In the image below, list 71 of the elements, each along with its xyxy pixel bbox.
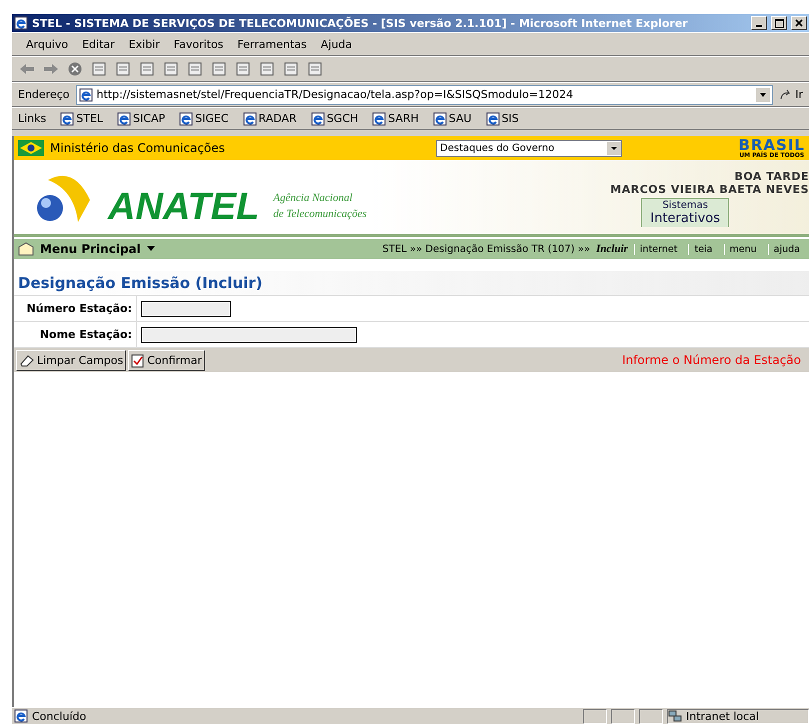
ie-icon — [117, 112, 132, 126]
validation-message: Informe o Número da Estação — [622, 353, 802, 367]
text-field[interactable] — [141, 300, 231, 316]
flag-icon — [18, 140, 44, 156]
link-button[interactable]: SAU — [432, 112, 472, 126]
form-title: Designação Emissão (Incluir) — [14, 271, 809, 296]
status-panel — [583, 708, 607, 724]
nav-link[interactable]: internet — [634, 244, 682, 254]
caret-icon — [146, 246, 155, 252]
address-label: Endereço — [18, 88, 70, 101]
clear-button[interactable]: Limpar Campos — [16, 350, 126, 370]
government-select[interactable]: Destaques do Governo — [436, 140, 622, 156]
menu-item[interactable]: Editar — [82, 38, 115, 50]
brand-logo: BRASIL — [738, 138, 805, 152]
link-button[interactable]: SIS — [486, 112, 519, 126]
close-icon — [795, 19, 803, 27]
ie-icon — [310, 112, 325, 126]
agency-name: Agência Nacional — [273, 191, 354, 206]
status-panel — [639, 708, 663, 724]
field-label: Número Estação: — [14, 296, 137, 321]
ie-icon — [60, 112, 74, 126]
browser-icon — [14, 16, 28, 30]
systems-tab[interactable]: Sistemas Interativos — [641, 198, 729, 227]
eraser-icon — [19, 353, 35, 367]
ministry-title: Ministério das Comunicações — [50, 141, 226, 155]
current-page: Incluir — [596, 243, 628, 255]
folder-icon — [18, 242, 34, 256]
link-button[interactable]: SIGEC — [179, 112, 229, 126]
link-button[interactable]: SARH — [372, 112, 419, 126]
maximize-icon — [774, 18, 784, 28]
menu-item[interactable]: Ajuda — [320, 38, 352, 50]
close-button[interactable] — [791, 16, 807, 30]
ie-icon — [486, 112, 500, 126]
go-button[interactable]: Ir — [779, 88, 803, 101]
links-label: Links — [18, 112, 46, 125]
breadcrumb: STEL »» Designação Emissão TR (107) »» — [382, 244, 590, 254]
status-panel — [611, 708, 635, 724]
greeting: BOA TARDE — [734, 170, 809, 183]
ie-icon — [372, 112, 386, 126]
confirm-button[interactable]: Confirmar — [128, 350, 205, 370]
user-name: MARCOS VIEIRA BAETA NEVES — [610, 183, 809, 196]
text-field[interactable] — [141, 326, 357, 342]
link-button[interactable]: STEL — [60, 112, 104, 126]
agency-name: de Telecomunicações — [273, 206, 367, 222]
zone-label: Intranet local — [686, 710, 759, 722]
address-field[interactable]: http://sistemasnet/stel/FrequenciaTR/Designacao/tela.asp?op=I&SISQSmodulo=12024 — [76, 84, 774, 104]
stop-icon[interactable] — [66, 61, 84, 77]
menu-item[interactable]: Arquivo — [26, 38, 68, 50]
menu-item[interactable]: Ferramentas — [237, 38, 307, 50]
link-button[interactable]: RADAR — [242, 112, 297, 126]
status-text: Concluído — [32, 710, 88, 722]
link-button[interactable]: SGCH — [310, 112, 358, 126]
menu-item[interactable]: Favoritos — [174, 38, 224, 50]
checklist-icon — [131, 352, 146, 368]
network-icon — [668, 710, 682, 722]
menu-item[interactable]: Exibir — [128, 38, 160, 50]
document-icon[interactable] — [306, 61, 324, 77]
nav-link[interactable]: teia — [688, 244, 718, 254]
maximize-button[interactable] — [771, 16, 787, 30]
nav-link[interactable]: ajuda — [768, 244, 805, 254]
ie-icon — [432, 112, 447, 126]
nav-link[interactable]: menu — [724, 244, 762, 254]
ie-icon — [242, 112, 257, 126]
main-menu-button[interactable]: Menu Principal — [18, 242, 155, 256]
link-button[interactable]: SICAP — [117, 112, 166, 126]
ie-icon — [179, 112, 194, 126]
minimize-button[interactable] — [751, 16, 767, 30]
window-title: STEL - SISTEMA DE SERVIÇOS DE TELECOMUNICAÇÕES - [SIS versão 2.1.101] - Microsoft Internet Explorer — [32, 16, 689, 30]
page-icon — [78, 88, 92, 102]
anatel-logo: ANATEL — [108, 188, 260, 226]
field-label: Nome Estação: — [14, 322, 137, 347]
